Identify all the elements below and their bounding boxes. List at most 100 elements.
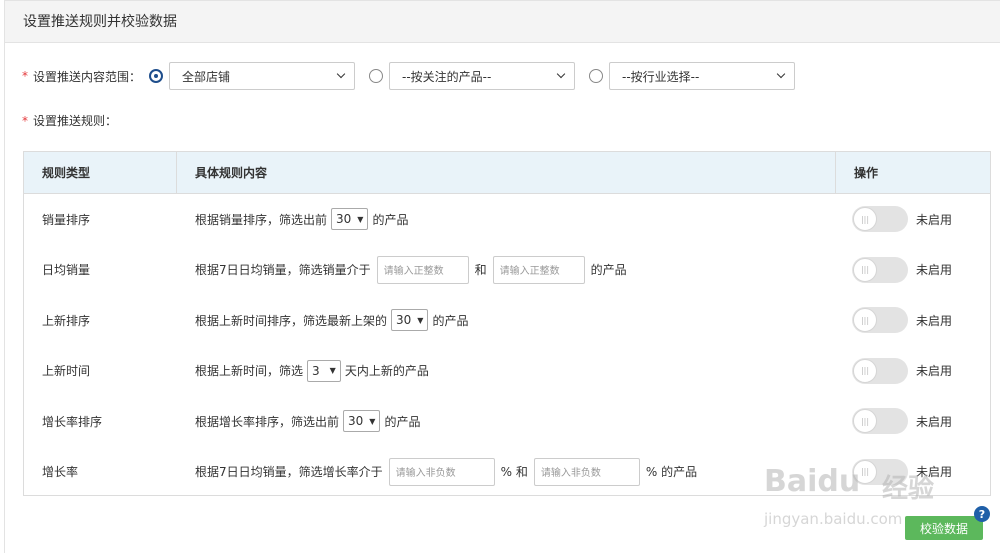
rule-type: 上新时间 <box>42 364 91 379</box>
enable-toggle[interactable]: ||| <box>852 206 908 233</box>
enable-toggle[interactable]: ||| <box>852 408 908 435</box>
enable-toggle[interactable]: ||| <box>852 256 908 283</box>
table-row: 日均销量 根据7日日均销量，筛选销量介于 请输入正整数 和 请输入正整数 的产品… <box>24 245 990 296</box>
grip-icon: ||| <box>860 265 870 275</box>
min-growth-input[interactable]: 请输入非负数 <box>388 457 495 486</box>
toggle-knob: ||| <box>853 358 877 383</box>
max-growth-input[interactable]: 请输入非负数 <box>533 457 640 486</box>
rule-action: ||| 未启用 <box>836 307 990 334</box>
rule-text: 根据上新时间排序，筛选最新上架的 <box>195 313 388 328</box>
rule-text: 的产品 <box>590 263 627 278</box>
rule-text: 和 <box>474 263 487 278</box>
required-mark: * <box>22 113 28 128</box>
toggle-knob: ||| <box>853 409 877 434</box>
rules-label-row: * 设置推送规则： <box>22 112 117 129</box>
rules-table: 规则类型 具体规则内容 操作 销量排序 根据销量排序，筛选出前 30 ▼ 的产品 … <box>23 151 991 496</box>
followed-products-select-value: --按关注的产品-- <box>402 69 492 84</box>
help-icon[interactable]: ? <box>974 506 990 522</box>
rule-text: 根据上新时间，筛选 <box>195 364 304 379</box>
grip-icon: ||| <box>860 416 870 426</box>
toggle-status: 未启用 <box>916 263 953 278</box>
top-n-select-value: 30 <box>336 212 352 227</box>
toggle-status: 未启用 <box>916 212 953 227</box>
toggle-knob: ||| <box>853 257 877 282</box>
min-sales-input[interactable]: 请输入正整数 <box>376 255 469 284</box>
rule-action: ||| 未启用 <box>836 408 990 435</box>
table-row: 上新排序 根据上新时间排序，筛选最新上架的 30 ▼ 的产品 ||| 未启用 <box>24 295 990 346</box>
scope-label: 设置推送内容范围： <box>33 69 142 84</box>
grip-icon: ||| <box>860 315 870 325</box>
triangle-down-icon: ▼ <box>417 315 424 325</box>
header-rule-content: 具体规则内容 <box>177 152 836 193</box>
toggle-knob: ||| <box>853 207 877 232</box>
rule-type: 增长率排序 <box>42 414 103 429</box>
grip-icon: ||| <box>860 467 870 477</box>
rule-text: 的产品 <box>372 212 409 227</box>
industry-select[interactable]: --按行业选择-- <box>609 62 796 90</box>
rule-content: 根据销量排序，筛选出前 30 ▼ 的产品 <box>177 208 836 231</box>
rules-label: 设置推送规则： <box>33 114 118 128</box>
rule-content: 根据7日日均销量，筛选增长率介于 请输入非负数 % 和 请输入非负数 % 的产品 <box>177 457 836 486</box>
triangle-down-icon: ▼ <box>357 214 364 224</box>
days-select-value: 3 <box>312 363 320 378</box>
chevron-down-icon <box>776 69 786 79</box>
rule-type: 日均销量 <box>42 263 91 278</box>
header-rule-type: 规则类型 <box>24 152 177 193</box>
required-mark: * <box>22 69 28 83</box>
rule-type: 增长率 <box>42 465 79 480</box>
rule-text: 根据7日日均销量，筛选增长率介于 <box>195 465 383 480</box>
toggle-knob: ||| <box>853 308 877 333</box>
scope-row: * 设置推送内容范围： 全部店铺 --按关注的产品-- --按行业选择-- <box>22 62 796 90</box>
top-n-select[interactable]: 30 ▼ <box>331 208 369 231</box>
enable-toggle[interactable]: ||| <box>852 307 908 334</box>
radio-followed-products[interactable] <box>369 69 384 83</box>
chevron-down-icon <box>556 69 566 79</box>
table-row: 增长率 根据7日日均销量，筛选增长率介于 请输入非负数 % 和 请输入非负数 %… <box>24 447 990 498</box>
panel-title: 设置推送规则并校验数据 <box>5 1 1000 43</box>
rule-action: ||| 未启用 <box>836 256 990 283</box>
rule-content: 根据增长率排序，筛选出前 30 ▼ 的产品 <box>177 410 836 433</box>
enable-toggle[interactable]: ||| <box>852 357 908 384</box>
table-header: 规则类型 具体规则内容 操作 <box>24 152 990 194</box>
rule-action: ||| 未启用 <box>836 357 990 384</box>
rule-text: % 的产品 <box>645 465 698 480</box>
max-sales-input[interactable]: 请输入正整数 <box>492 255 585 284</box>
rule-type: 销量排序 <box>42 212 91 227</box>
rule-text: 的产品 <box>432 313 469 328</box>
grip-icon: ||| <box>860 366 870 376</box>
rule-action: ||| 未启用 <box>836 458 990 485</box>
rule-text: 根据7日日均销量，筛选销量介于 <box>195 263 371 278</box>
rule-content: 根据7日日均销量，筛选销量介于 请输入正整数 和 请输入正整数 的产品 <box>177 255 836 284</box>
triangle-down-icon: ▼ <box>329 366 336 376</box>
growth-top-n-select[interactable]: 30 ▼ <box>343 410 381 433</box>
latest-n-select-value: 30 <box>396 313 412 328</box>
verify-data-button[interactable]: 校验数据 <box>905 516 983 540</box>
days-select[interactable]: 3 ▼ <box>307 359 341 382</box>
radio-all-shops[interactable] <box>149 69 164 83</box>
rule-text: % 和 <box>500 465 528 480</box>
all-shops-select-value: 全部店铺 <box>182 69 231 84</box>
rule-type: 上新排序 <box>42 313 91 328</box>
table-body: 销量排序 根据销量排序，筛选出前 30 ▼ 的产品 ||| 未启用 日均销量 根据… <box>24 194 990 497</box>
toggle-knob: ||| <box>853 459 877 484</box>
toggle-status: 未启用 <box>916 465 953 480</box>
chevron-down-icon <box>336 69 346 79</box>
latest-n-select[interactable]: 30 ▼ <box>391 309 429 332</box>
rule-text: 根据增长率排序，筛选出前 <box>195 414 340 429</box>
table-row: 增长率排序 根据增长率排序，筛选出前 30 ▼ 的产品 ||| 未启用 <box>24 396 990 447</box>
rule-text: 根据销量排序，筛选出前 <box>195 212 328 227</box>
rule-action: ||| 未启用 <box>836 206 990 233</box>
header-action: 操作 <box>854 166 879 180</box>
industry-select-value: --按行业选择-- <box>622 69 700 84</box>
rule-content: 根据上新时间排序，筛选最新上架的 30 ▼ 的产品 <box>177 309 836 332</box>
enable-toggle[interactable]: ||| <box>852 458 908 485</box>
toggle-status: 未启用 <box>916 313 953 328</box>
grip-icon: ||| <box>860 214 870 224</box>
table-row: 销量排序 根据销量排序，筛选出前 30 ▼ 的产品 ||| 未启用 <box>24 194 990 245</box>
followed-products-select[interactable]: --按关注的产品-- <box>389 62 576 90</box>
rule-content: 根据上新时间，筛选 3 ▼ 天内上新的产品 <box>177 359 836 382</box>
radio-industry[interactable] <box>589 69 604 83</box>
table-row: 上新时间 根据上新时间，筛选 3 ▼ 天内上新的产品 ||| 未启用 <box>24 346 990 397</box>
all-shops-select[interactable]: 全部店铺 <box>169 62 356 90</box>
toggle-status: 未启用 <box>916 364 953 379</box>
